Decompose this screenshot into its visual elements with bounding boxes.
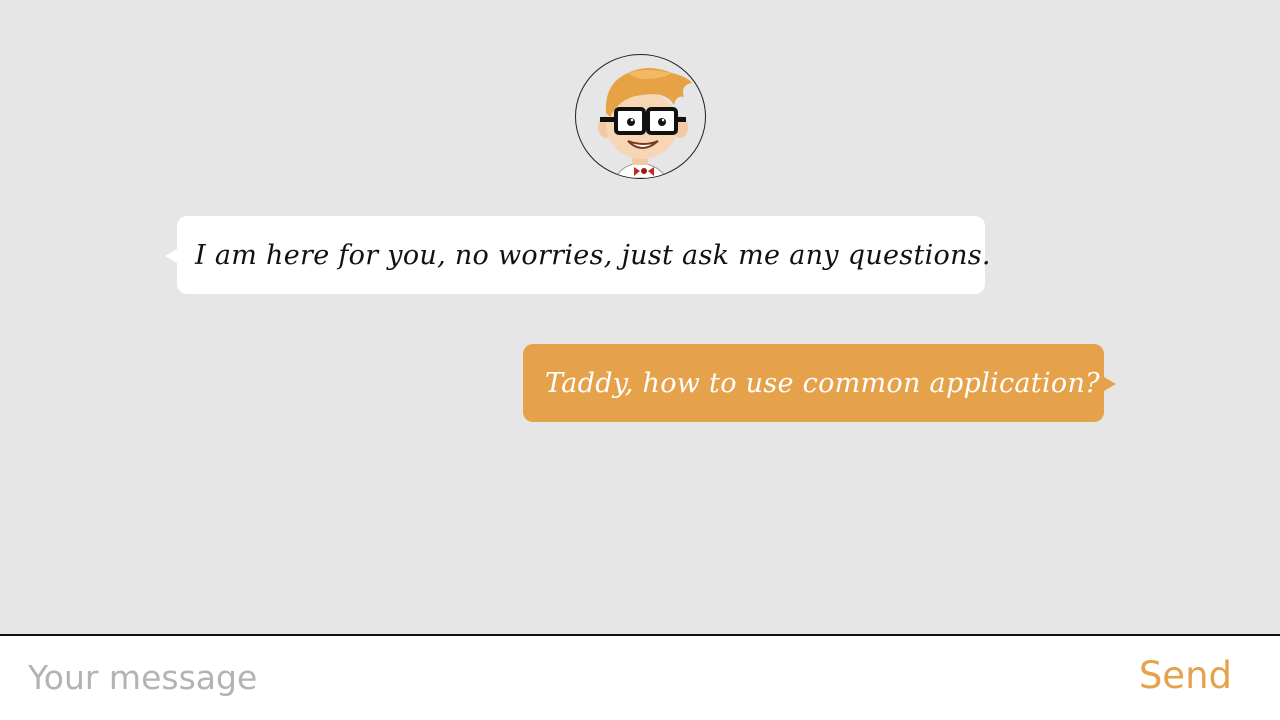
user-message-text: Taddy, how to use common application?: [545, 367, 1100, 399]
message-input[interactable]: [28, 652, 1108, 702]
assistant-avatar: [575, 54, 706, 179]
user-message-bubble: Taddy, how to use common application?: [523, 344, 1116, 422]
chat-area: I am here for you, no worries, just ask …: [0, 0, 1280, 635]
assistant-message-bubble: I am here for you, no worries, just ask …: [165, 216, 991, 294]
message-composer: Send: [0, 634, 1280, 720]
send-button[interactable]: Send: [1139, 654, 1232, 697]
nerdy-boy-avatar-icon: [598, 68, 692, 178]
assistant-message-text: I am here for you, no worries, just ask …: [195, 239, 991, 271]
